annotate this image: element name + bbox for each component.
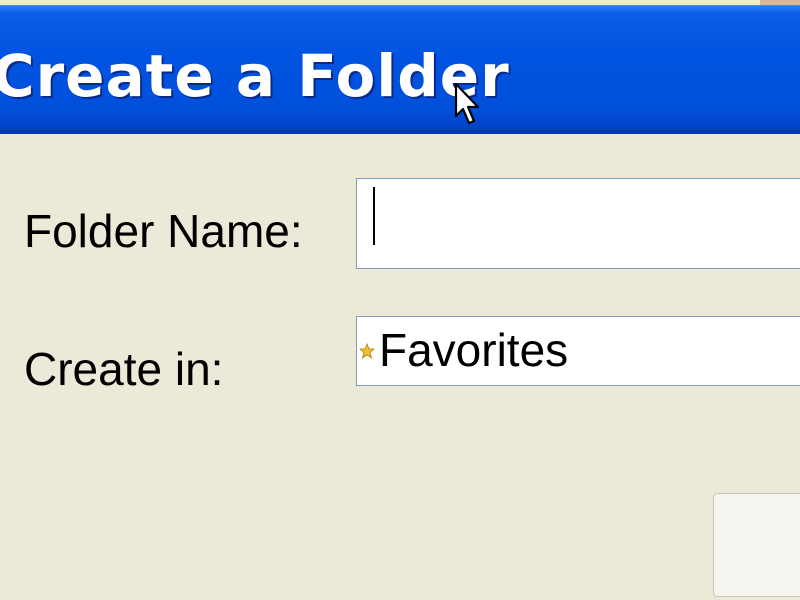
mouse-pointer-icon: [454, 82, 480, 125]
ok-button[interactable]: [713, 493, 800, 597]
folder-name-input[interactable]: [356, 178, 800, 269]
create-in-value: Favorites: [379, 324, 569, 376]
create-in-label: Create in:: [24, 343, 224, 395]
create-folder-dialog: Create a Folder Folder Name: Create in: …: [0, 0, 800, 600]
folder-name-label: Folder Name:: [24, 205, 303, 257]
create-in-location[interactable]: Favorites: [356, 316, 800, 386]
star-icon: [359, 343, 375, 359]
dialog-title: Create a Folder: [0, 42, 510, 110]
title-bar-edge: [0, 130, 800, 134]
title-bar[interactable]: Create a Folder: [0, 5, 800, 133]
text-caret: [373, 187, 375, 245]
